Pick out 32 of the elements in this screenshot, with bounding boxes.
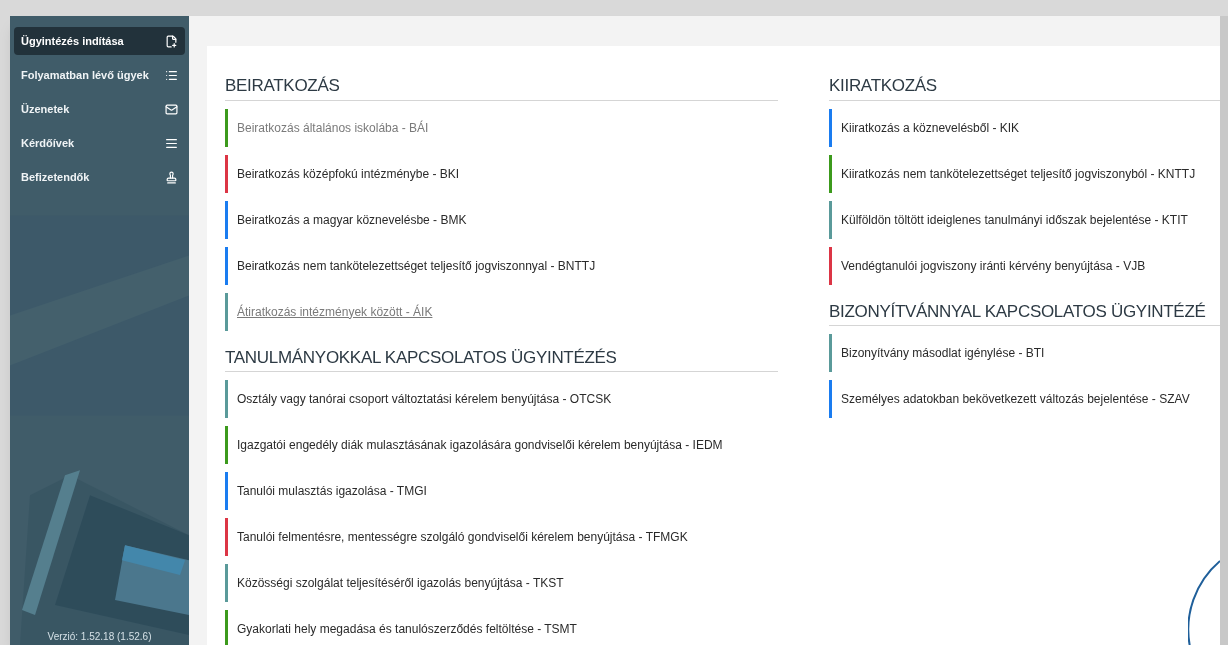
procedure-link[interactable]: Személyes adatokban bekövetkezett változás bejelentése - SZAV	[841, 390, 1190, 408]
stamp-icon	[165, 170, 178, 184]
lines-icon	[165, 136, 178, 150]
procedure-link[interactable]: Tanulói mulasztás igazolása - TMGI	[237, 482, 427, 500]
sidebar-item[interactable]: Kérdőívek	[14, 129, 185, 157]
procedure-link[interactable]: Közösségi szolgálat teljesítéséről igazolás benyújtása - TKST	[237, 574, 564, 592]
section-heading: TANULMÁNYOKKAL KAPCSOLATOS ÜGYINTÉZÉS	[225, 347, 617, 367]
procedure-link[interactable]: Vendégtanulói jogviszony iránti kérvény benyújtása - VJB	[841, 256, 1146, 275]
procedure-link[interactable]: Gyakorlati hely megadása és tanulószerződés feltöltése - TSMT	[237, 620, 577, 638]
procedure-link[interactable]: Tanulói felmentésre, mentességre szolgáló gondviselői kérelem benyújtása - TFMGK	[237, 528, 688, 546]
sidebar-item[interactable]: Üzenetek	[14, 95, 185, 123]
procedure-link[interactable]: Külföldön töltött ideiglenes tanulmányi időszak bejelentése - KTIT	[841, 210, 1188, 229]
procedure-link[interactable]: Átiratkozás intézmények között - ÁIK	[237, 302, 433, 321]
procedure-link[interactable]: Beiratkozás általános iskolába - BÁI	[237, 118, 429, 137]
version-text: Verzió: 1.52.18 (1.52.6)	[46, 630, 153, 644]
sidebar-item[interactable]: Folyamatban lévő ügyek	[14, 61, 185, 89]
section-heading: BEIRATKOZÁS	[225, 76, 340, 95]
envelope-icon	[165, 102, 178, 116]
procedure-link[interactable]: Beiratkozás a magyar köznevelésbe - BMK	[237, 210, 467, 229]
section-heading: BIZONYÍTVÁNNYAL KAPCSOLATOS ÜGYINTÉZÉ	[829, 301, 1206, 321]
procedure-link[interactable]: Osztály vagy tanórai csoport változtatási kérelem benyújtása - OTCSK	[237, 390, 612, 408]
procedure-link[interactable]: Kiiratkozás nem tankötelezettséget teljesítő jogviszonyból - KNTTJ	[841, 164, 1196, 183]
procedure-link[interactable]: Kiiratkozás a köznevelésből - KIK	[841, 118, 1020, 137]
section-heading: KIIRATKOZÁS	[829, 76, 937, 95]
procedure-link[interactable]: Igazgatói engedély diák mulasztásának igazolására gondviselői kérelem benyújtása - IEDM	[237, 436, 723, 454]
procedure-link[interactable]: Bizonyítvány másodlat igénylése - BTI	[841, 344, 1045, 362]
sidebar-item[interactable]: Ügyintézés indítása	[14, 27, 185, 55]
procedure-link[interactable]: Beiratkozás nem tankötelezettséget teljesítő jogviszonnyal - BNTTJ	[237, 256, 596, 275]
document-plus-icon	[165, 34, 178, 48]
procedure-link[interactable]: Beiratkozás középfokú intézménybe - BKI	[237, 164, 460, 183]
list-icon	[165, 68, 178, 82]
sidebar-item[interactable]: Befizetendők	[14, 163, 185, 191]
